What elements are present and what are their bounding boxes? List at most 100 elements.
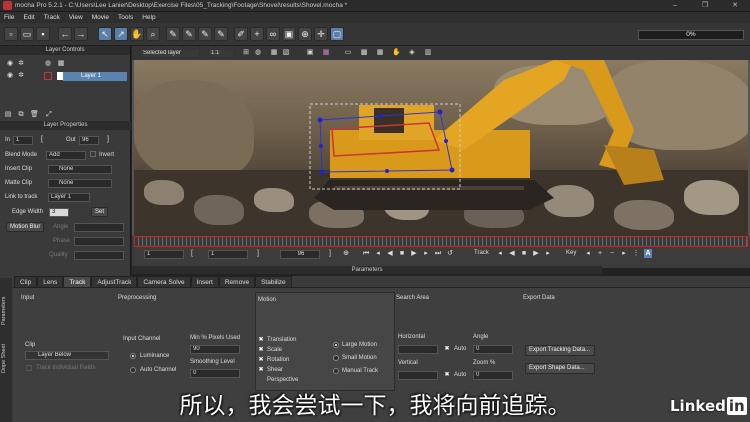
hand-tool-icon[interactable]: ✋ xyxy=(130,27,144,41)
angle-field[interactable]: 0 xyxy=(473,345,513,354)
tab-clip[interactable]: Clip xyxy=(14,276,38,287)
tab-stabilize[interactable]: Stabilize xyxy=(255,276,292,287)
auto-channel-radio[interactable] xyxy=(130,367,136,373)
play-forward-icon[interactable]: ▶ xyxy=(410,249,418,258)
add-bezier-icon[interactable]: ✎ xyxy=(214,27,228,41)
vertical-auto-checkbox[interactable]: ✖ xyxy=(444,372,450,378)
vertical-field[interactable] xyxy=(398,371,438,380)
current-frame-field[interactable]: 1 xyxy=(208,250,248,259)
undo-icon[interactable]: ← xyxy=(58,27,72,41)
set-out-icon[interactable]: ] xyxy=(104,136,112,144)
go-to-start-icon[interactable]: ⏮ xyxy=(362,249,370,258)
set-in-icon[interactable]: [ xyxy=(38,136,46,144)
zoom-field[interactable]: 0 xyxy=(473,371,513,380)
track-forward-icon[interactable]: ▶ xyxy=(532,249,540,258)
large-motion-radio[interactable] xyxy=(333,342,339,348)
select-tool-icon[interactable]: ↖ xyxy=(98,27,112,41)
luminance-radio[interactable] xyxy=(130,353,136,359)
view-mode-icon[interactable]: ▦ xyxy=(270,49,278,57)
horizontal-auto-checkbox[interactable]: ✖ xyxy=(444,346,450,352)
start-frame-field[interactable]: 1 xyxy=(144,250,184,259)
export-tracking-button[interactable]: Export Tracking Data... xyxy=(525,345,595,356)
zoom-select[interactable]: 1:1 xyxy=(208,49,234,58)
rotation-checkbox[interactable]: ✖ xyxy=(258,357,264,363)
track-stop-icon[interactable]: ■ xyxy=(520,249,528,258)
side-tab-parameters[interactable]: Parameters xyxy=(1,288,11,333)
add-point-icon[interactable]: + xyxy=(250,27,264,41)
eye-icon[interactable]: ◉ xyxy=(6,72,14,80)
track-forward-one-icon[interactable]: ▸ xyxy=(544,249,552,258)
menu-track[interactable]: Track xyxy=(44,14,60,21)
grid-icon[interactable]: ▦ xyxy=(376,49,384,57)
track-backward-one-icon[interactable]: ◂ xyxy=(496,249,504,258)
gear-icon[interactable]: ✲ xyxy=(17,72,25,80)
delete-layer-icon[interactable]: 🗑 xyxy=(30,111,39,119)
open-icon[interactable]: ▭ xyxy=(20,27,34,41)
shear-checkbox[interactable]: ✖ xyxy=(258,367,264,373)
zoom-tool-icon[interactable]: ⌕ xyxy=(146,27,160,41)
end-frame-field[interactable]: 96 xyxy=(280,250,320,259)
stabilize-view-icon[interactable]: ▩ xyxy=(360,49,368,57)
next-key-icon[interactable]: ▸ xyxy=(620,249,628,258)
clip-select[interactable]: Layer Below xyxy=(25,351,109,360)
menu-edit[interactable]: Edit xyxy=(23,14,34,21)
tab-camera-solve[interactable]: Camera Solve xyxy=(137,276,191,287)
layer-view-select[interactable]: Selected layer xyxy=(140,49,200,58)
horizontal-field[interactable] xyxy=(398,345,438,354)
trace-icon[interactable]: ◈ xyxy=(408,49,416,57)
delete-key-icon[interactable]: − xyxy=(608,249,616,258)
timeline-ruler[interactable] xyxy=(134,236,748,247)
blur-quality-field[interactable] xyxy=(74,251,124,260)
duplicate-layer-icon[interactable]: ⧉ xyxy=(17,111,25,119)
expand-icon[interactable]: ⤢ xyxy=(45,111,53,119)
tab-lens[interactable]: Lens xyxy=(37,276,64,287)
menu-help[interactable]: Help xyxy=(142,14,155,21)
tab-adjusttrack[interactable]: AdjustTrack xyxy=(91,276,138,287)
export-shape-button[interactable]: Export Shape Data... xyxy=(525,363,595,374)
tab-insert[interactable]: Insert xyxy=(190,276,219,287)
out-frame-field[interactable]: 96 xyxy=(79,136,99,145)
color-wheel-icon[interactable]: ◍ xyxy=(44,60,52,68)
xspline-tool-icon[interactable]: ✎ xyxy=(166,27,180,41)
play-backward-icon[interactable]: ◀ xyxy=(386,249,394,258)
insert-clip-select[interactable]: None xyxy=(48,165,112,174)
matte-clip-select[interactable]: None xyxy=(48,179,112,188)
menu-file[interactable]: File xyxy=(4,14,14,21)
redo-icon[interactable]: → xyxy=(74,27,88,41)
bezier-tool-icon[interactable]: ✎ xyxy=(198,27,212,41)
track-fields-checkbox[interactable] xyxy=(26,365,32,371)
select-points-icon[interactable]: ↗ xyxy=(114,27,128,41)
blend-mode-select[interactable]: Add xyxy=(46,151,86,160)
move-icon[interactable]: ✛ xyxy=(314,27,328,41)
video-frame[interactable] xyxy=(134,60,748,236)
add-key-icon[interactable]: + xyxy=(596,249,604,258)
in-frame-field[interactable]: 1 xyxy=(13,136,33,145)
matte-view-icon[interactable]: ▣ xyxy=(306,49,314,57)
surface-icon[interactable]: ▢ xyxy=(330,27,344,41)
create-rect-icon[interactable]: ▣ xyxy=(282,27,296,41)
scale-checkbox[interactable]: ✖ xyxy=(258,347,264,353)
hand-view-icon[interactable]: ✋ xyxy=(392,49,401,57)
matte-toggle-icon[interactable] xyxy=(44,72,52,80)
add-layer-icon[interactable]: ▤ xyxy=(4,111,12,119)
eye-icon[interactable]: ◉ xyxy=(6,60,14,68)
minimize-button[interactable]: – xyxy=(660,0,690,12)
prev-key-icon[interactable]: ◂ xyxy=(584,249,592,258)
blur-phase-field[interactable] xyxy=(74,237,124,246)
min-pixels-field[interactable]: 90 xyxy=(190,345,240,354)
edge-width-field[interactable]: 3 xyxy=(49,208,69,217)
show-planar-icon[interactable]: ▭ xyxy=(344,49,352,57)
tab-track[interactable]: Track xyxy=(63,276,92,287)
save-icon[interactable]: ▪ xyxy=(36,27,50,41)
color-channel-icon[interactable]: ◍ xyxy=(254,49,262,57)
translation-checkbox[interactable]: ✖ xyxy=(258,337,264,343)
maximize-button[interactable]: ❐ xyxy=(690,0,720,12)
color-swatch-icon[interactable]: ▦ xyxy=(57,60,65,68)
manual-track-radio[interactable] xyxy=(333,368,339,374)
show-layers-icon[interactable]: ▦ xyxy=(322,49,330,57)
layer-row-layer-1[interactable]: Layer 1 xyxy=(63,72,127,81)
menu-view[interactable]: View xyxy=(69,14,83,21)
small-motion-radio[interactable] xyxy=(333,355,339,361)
track-backward-icon[interactable]: ◀ xyxy=(508,249,516,258)
set-end-icon[interactable]: ] xyxy=(254,249,262,258)
